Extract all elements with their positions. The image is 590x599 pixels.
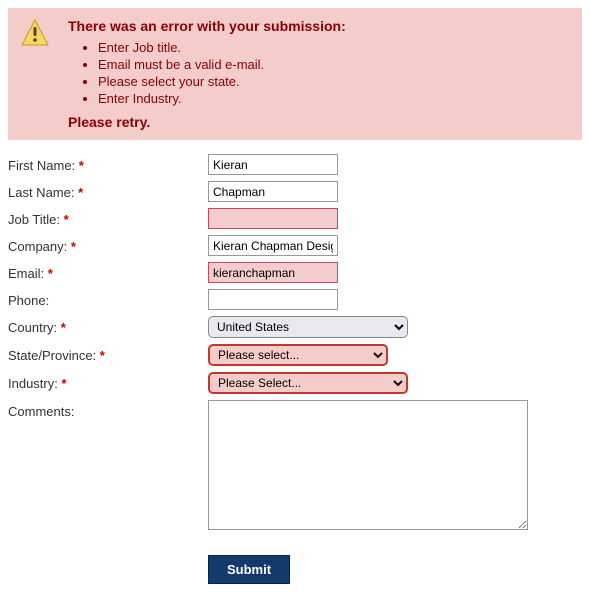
error-item: Enter Industry. <box>98 91 572 106</box>
comments-label: Comments: <box>8 404 74 419</box>
last-name-field[interactable] <box>208 181 338 202</box>
state-select[interactable]: Please select... <box>208 344 388 366</box>
country-select[interactable]: United States <box>208 316 408 338</box>
error-banner: There was an error with your submission:… <box>8 8 582 140</box>
last-name-label: Last Name: <box>8 185 74 200</box>
job-title-label: Job Title: <box>8 212 60 227</box>
required-mark: * <box>61 376 66 391</box>
company-label: Company: <box>8 239 67 254</box>
error-list: Enter Job title. Email must be a valid e… <box>68 40 572 106</box>
required-mark: * <box>48 266 53 281</box>
job-title-field[interactable] <box>208 208 338 229</box>
required-mark: * <box>61 320 66 335</box>
first-name-field[interactable] <box>208 154 338 175</box>
warning-icon <box>20 18 50 51</box>
industry-select[interactable]: Please Select... <box>208 372 408 394</box>
error-retry: Please retry. <box>68 114 572 130</box>
country-label: Country: <box>8 320 57 335</box>
required-mark: * <box>100 348 105 363</box>
error-item: Email must be a valid e-mail. <box>98 57 572 72</box>
phone-field[interactable] <box>208 289 338 310</box>
comments-field[interactable] <box>208 400 528 530</box>
industry-label: Industry: <box>8 376 58 391</box>
submit-button[interactable]: Submit <box>208 555 290 584</box>
error-heading: There was an error with your submission: <box>68 18 572 34</box>
phone-label: Phone: <box>8 293 49 308</box>
company-field[interactable] <box>208 235 338 256</box>
required-mark: * <box>79 158 84 173</box>
state-label: State/Province: <box>8 348 96 363</box>
required-mark: * <box>71 239 76 254</box>
error-item: Please select your state. <box>98 74 572 89</box>
email-field[interactable] <box>208 262 338 283</box>
first-name-label: First Name: <box>8 158 75 173</box>
error-item: Enter Job title. <box>98 40 572 55</box>
required-mark: * <box>78 185 83 200</box>
email-label: Email: <box>8 266 44 281</box>
required-mark: * <box>64 212 69 227</box>
